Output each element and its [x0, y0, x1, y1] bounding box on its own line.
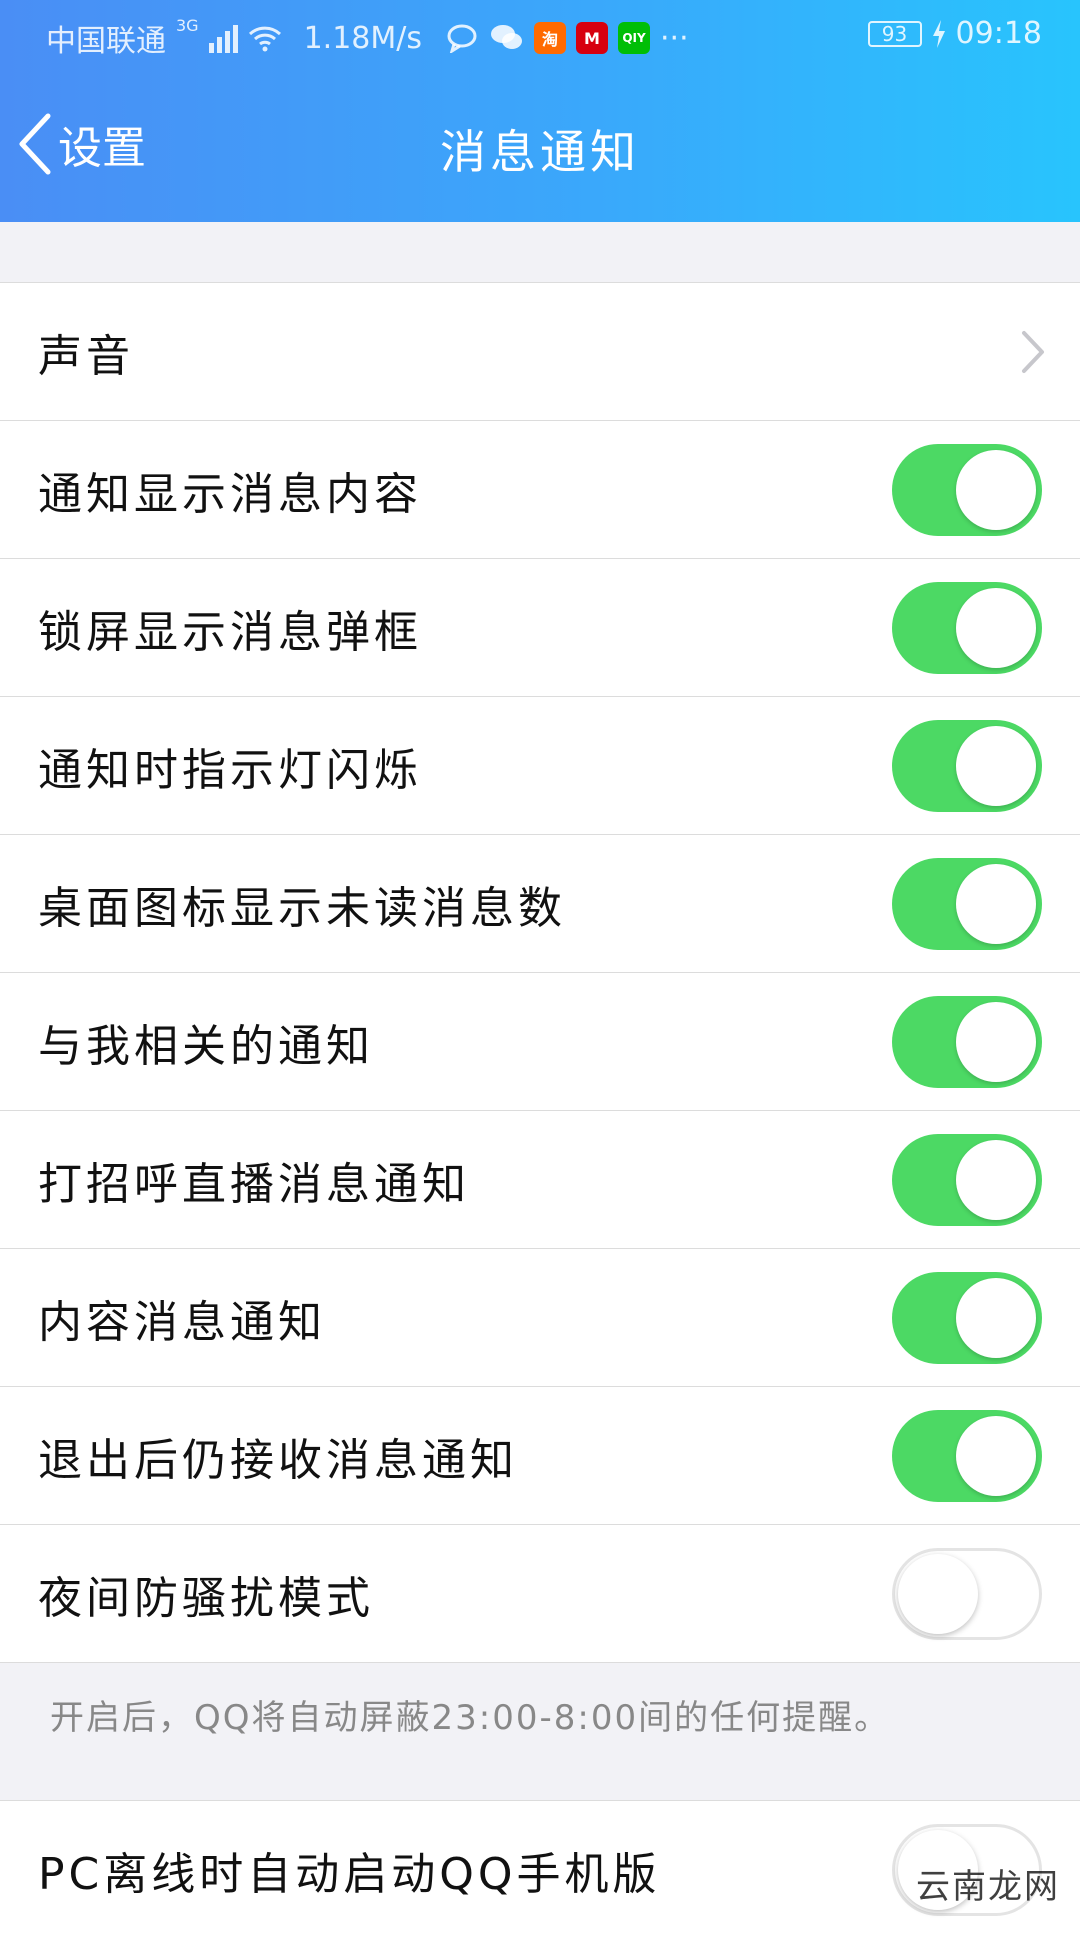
toggle-row-live: 打招呼直播消息通知	[0, 1111, 1080, 1249]
chat-bubble-icon	[446, 23, 480, 53]
toggle-knob	[956, 1416, 1036, 1496]
carrier-label: 中国联通	[46, 16, 166, 60]
battery-icon: 93	[868, 21, 922, 47]
watermark: 云南龙网	[916, 1859, 1060, 1908]
night-mode-note: 开启后，QQ将自动屏蔽23:00-8:00间的任何提醒。	[50, 1690, 890, 1739]
toggle-knob	[956, 1140, 1036, 1220]
after-logout-toggle[interactable]	[892, 1410, 1042, 1502]
header-bar: 中国联通 3G 1.18M/s 淘 M QIY ···	[0, 0, 1080, 222]
iqiyi-icon: QIY	[618, 22, 650, 54]
toggle-knob	[956, 1002, 1036, 1082]
lockscreen-popup-toggle[interactable]	[892, 582, 1042, 674]
toggle-row-label: 通知时指示灯闪烁	[38, 734, 422, 798]
chevron-right-icon	[1020, 329, 1046, 375]
toggle-row-label: PC离线时自动启动QQ手机版	[38, 1838, 661, 1902]
toggle-row-content: 内容消息通知	[0, 1249, 1080, 1387]
signal-icon	[209, 23, 238, 53]
wechat-icon	[490, 23, 524, 53]
toggle-row-label: 桌面图标显示未读消息数	[38, 872, 566, 936]
toggle-knob	[956, 588, 1036, 668]
toggle-row-after-logout: 退出后仍接收消息通知	[0, 1387, 1080, 1525]
network-speed: 1.18M/s	[304, 21, 422, 56]
toggle-row-lockscreen: 锁屏显示消息弹框	[0, 559, 1080, 697]
toggle-knob	[956, 1278, 1036, 1358]
toggle-knob	[956, 726, 1036, 806]
toggle-row-badge: 桌面图标显示未读消息数	[0, 835, 1080, 973]
taobao-icon: 淘	[534, 22, 566, 54]
more-notifications: ···	[660, 21, 689, 56]
toggle-knob	[956, 864, 1036, 944]
toggle-row-led: 通知时指示灯闪烁	[0, 697, 1080, 835]
content-notification-toggle[interactable]	[892, 1272, 1042, 1364]
settings-list: 声音 通知显示消息内容 锁屏显示消息弹框 通知时指示灯闪烁 桌面图标显示未读消息…	[0, 282, 1080, 1663]
related-notification-toggle[interactable]	[892, 996, 1042, 1088]
toggle-knob	[898, 1554, 978, 1634]
network-type: 3G	[176, 16, 199, 35]
wifi-icon	[248, 24, 282, 52]
night-mode-toggle[interactable]	[892, 1548, 1042, 1640]
clock: 09:18	[956, 16, 1042, 51]
toggle-knob	[956, 450, 1036, 530]
unread-badge-toggle[interactable]	[892, 858, 1042, 950]
toggle-row-label: 内容消息通知	[38, 1286, 326, 1350]
toggle-row-label: 与我相关的通知	[38, 1010, 374, 1074]
toggle-row-label: 打招呼直播消息通知	[38, 1148, 470, 1212]
charging-icon	[932, 20, 946, 48]
toggle-row-label: 夜间防骚扰模式	[38, 1562, 374, 1626]
toggle-row-related: 与我相关的通知	[0, 973, 1080, 1111]
sound-label: 声音	[38, 320, 134, 384]
page-title: 消息通知	[0, 116, 1080, 182]
toggle-row-label: 退出后仍接收消息通知	[38, 1424, 518, 1488]
toggle-row-show-content: 通知显示消息内容	[0, 421, 1080, 559]
toggle-row-label: 锁屏显示消息弹框	[38, 596, 422, 660]
toggle-row-night-mode: 夜间防骚扰模式	[0, 1525, 1080, 1663]
cmb-icon: M	[576, 22, 608, 54]
show-content-toggle[interactable]	[892, 444, 1042, 536]
sound-row[interactable]: 声音	[0, 283, 1080, 421]
led-flash-toggle[interactable]	[892, 720, 1042, 812]
live-greeting-toggle[interactable]	[892, 1134, 1042, 1226]
status-bar: 中国联通 3G 1.18M/s 淘 M QIY ···	[0, 0, 1080, 72]
toggle-row-label: 通知显示消息内容	[38, 458, 422, 522]
